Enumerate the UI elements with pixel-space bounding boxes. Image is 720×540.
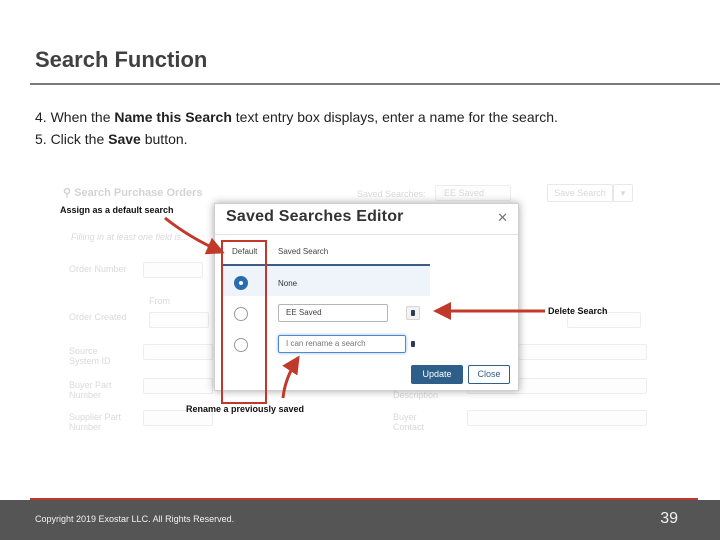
step-4-bold: Name this Search	[114, 109, 232, 125]
save-search-button[interactable]: Save Search	[547, 184, 613, 202]
trash-icon	[411, 341, 415, 347]
source-system-id-input[interactable]	[143, 344, 213, 360]
field-buyer-contact: Buyer Contact	[393, 412, 425, 432]
column-default: Default	[232, 247, 258, 256]
order-number-input[interactable]	[143, 262, 203, 278]
saved-searches-label: Saved Searches:	[357, 189, 426, 199]
field-order-number: Order Number	[69, 264, 127, 274]
step-5-text-b: button.	[140, 131, 188, 147]
order-created-from-input[interactable]	[149, 312, 209, 328]
title-divider	[30, 83, 720, 85]
step-4-text-b: text entry box displays, enter a name fo…	[231, 109, 558, 125]
field-source-system-id: Source System ID	[69, 346, 111, 366]
default-radio-rename[interactable]	[234, 338, 248, 352]
search-page-heading-text: Search Purchase Orders	[74, 187, 203, 199]
instruction-steps: 4. When the Name this Search text entry …	[35, 106, 558, 150]
step-4: 4. When the Name this Search text entry …	[35, 106, 558, 128]
field-order-created: Order Created	[69, 312, 127, 322]
slide-title: Search Function	[35, 47, 208, 72]
close-icon[interactable]: ✕	[497, 210, 508, 226]
delete-search-icon[interactable]	[406, 306, 420, 320]
saved-searches-editor-dialog: Saved Searches Editor ✕ Default Saved Se…	[214, 203, 519, 404]
callout-rename: Rename a previously saved	[186, 404, 305, 414]
close-button[interactable]: Close	[468, 365, 510, 384]
table-row	[222, 266, 430, 296]
default-radio-ee-saved[interactable]	[234, 307, 248, 321]
column-saved-search: Saved Search	[278, 247, 329, 256]
search-hint: Filling in at least one field is...	[71, 232, 189, 242]
slide-footer: Copyright 2019 Exostar LLC. All Rights R…	[0, 500, 720, 540]
search-page-heading: ⚲ Search Purchase Orders	[63, 187, 203, 199]
delete-search-icon-2[interactable]	[406, 337, 420, 351]
trash-icon	[411, 310, 415, 316]
update-button[interactable]: Update	[411, 365, 463, 384]
field-supplier-part-number: Supplier Part Number	[69, 412, 122, 432]
page-number: 39	[660, 510, 678, 527]
default-radio-none[interactable]	[234, 276, 248, 290]
buyer-part-number-input[interactable]	[143, 378, 213, 394]
step-5-bold: Save	[108, 131, 141, 147]
save-search-dropdown[interactable]: ▾	[613, 184, 633, 202]
field-buyer-part-number: Buyer Part Number	[69, 380, 112, 400]
from-label: From	[149, 296, 170, 306]
rename-search-field[interactable]: I can rename a search	[278, 335, 406, 353]
dialog-header-divider	[215, 234, 518, 235]
step-5: 5. Click the Save button.	[35, 128, 558, 150]
saved-searches-select[interactable]: EE Saved	[435, 185, 511, 201]
saved-search-name-field[interactable]: EE Saved	[278, 304, 388, 322]
buyer-contact-input[interactable]	[467, 410, 647, 426]
saved-search-none: None	[278, 279, 298, 288]
field-description: Description	[393, 390, 439, 400]
callout-default-search: Assign as a default search	[60, 205, 174, 215]
callout-delete-search: Delete Search	[548, 306, 608, 316]
step-4-text-a: 4. When the	[35, 109, 115, 125]
step-5-text-a: 5. Click the	[35, 131, 109, 147]
copyright-text: Copyright 2019 Exostar LLC. All Rights R…	[35, 514, 235, 524]
dialog-title: Saved Searches Editor	[226, 208, 404, 225]
